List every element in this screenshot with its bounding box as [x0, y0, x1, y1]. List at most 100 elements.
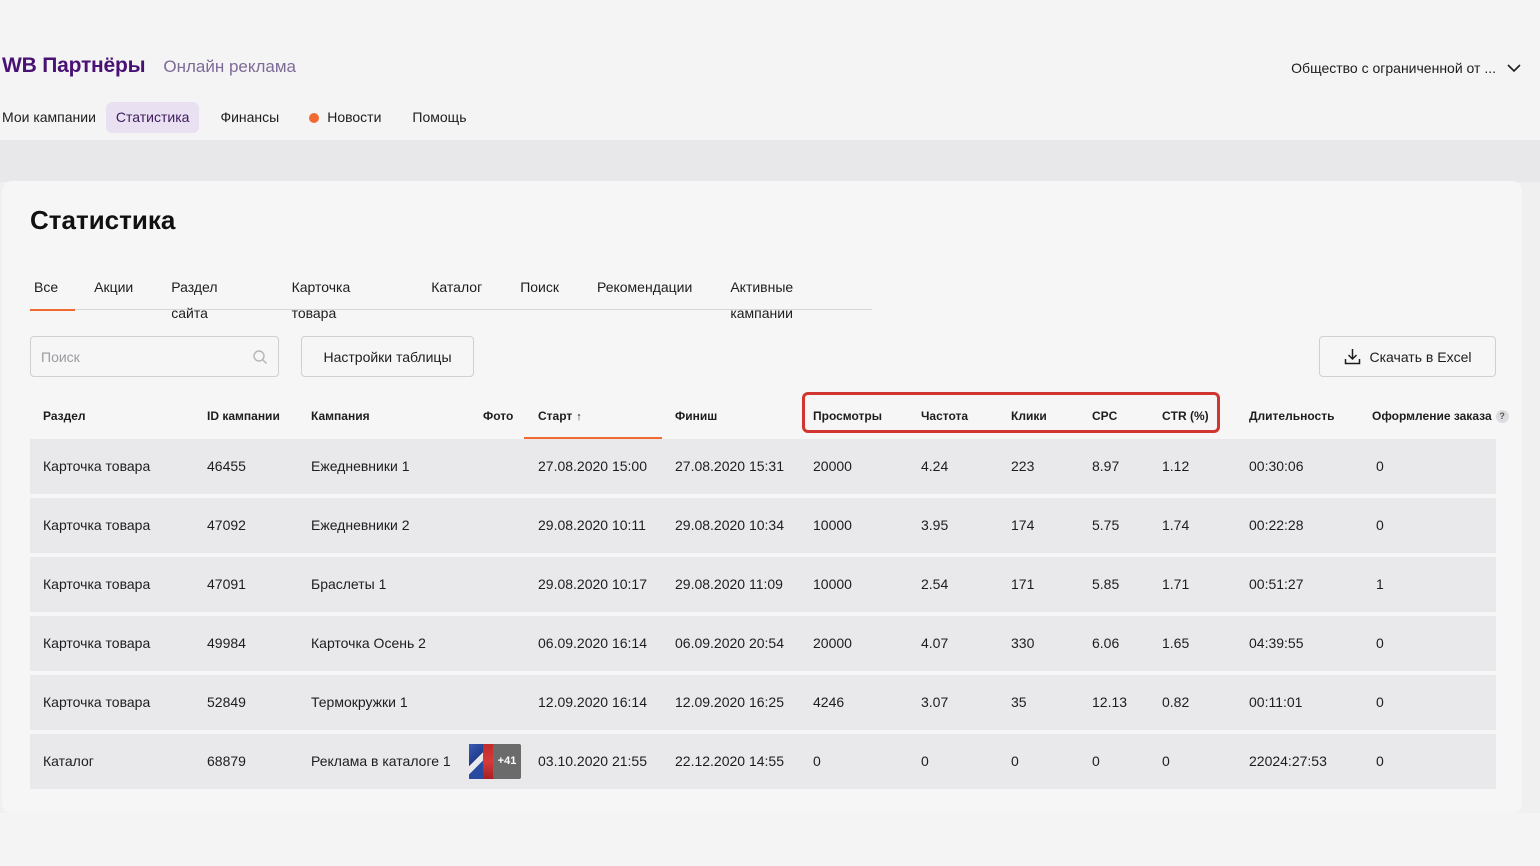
cell-clicks: 330 — [1011, 635, 1035, 651]
col-start[interactable]: Старт ↑ — [524, 393, 662, 439]
product-photo-stack[interactable]: +41 — [469, 744, 523, 779]
tab-active-campaigns[interactable]: Активные кампании — [711, 274, 872, 321]
cell-views: 10000 — [813, 576, 852, 592]
cell-ctr: 1.12 — [1162, 458, 1190, 474]
cell-start: 29.08.2020 10:17 — [538, 576, 647, 592]
cell-ctr: 1.74 — [1162, 517, 1190, 533]
nav-my-campaigns[interactable]: Мои кампании — [2, 102, 106, 133]
header-band — [0, 140, 1540, 182]
cell-id: 68879 — [207, 753, 246, 769]
cell-start: 06.09.2020 16:14 — [538, 635, 647, 651]
tab-catalog[interactable]: Каталог — [412, 274, 501, 310]
nav-label: Мои кампании — [2, 109, 96, 125]
col-campaign[interactable]: Кампания — [311, 393, 370, 439]
cell-clicks: 171 — [1011, 576, 1035, 592]
cell-start: 03.10.2020 21:55 — [538, 753, 647, 769]
search-input[interactable] — [41, 348, 252, 365]
cell-start: 12.09.2020 16:14 — [538, 694, 647, 710]
download-icon — [1344, 349, 1360, 365]
table-row[interactable]: Карточка товара 47091 Браслеты 1 29.08.2… — [30, 557, 1496, 612]
nav-finance[interactable]: Финансы — [210, 102, 289, 133]
cell-orders: 0 — [1376, 694, 1384, 710]
cell-start: 27.08.2020 15:00 — [538, 458, 647, 474]
cell-frequency: 4.07 — [921, 635, 949, 651]
cell-finish: 27.08.2020 15:31 — [675, 458, 784, 474]
more-photos-badge[interactable]: +41 — [493, 744, 521, 779]
col-duration[interactable]: Длительность — [1249, 393, 1334, 439]
cell-frequency: 0 — [921, 753, 929, 769]
tab-site-section[interactable]: Раздел сайта — [152, 274, 272, 321]
cell-duration: 00:22:28 — [1249, 517, 1304, 533]
tab-recommendations[interactable]: Рекомендации — [578, 274, 711, 310]
table-row[interactable]: Карточка товара 49984 Карточка Осень 2 0… — [30, 616, 1496, 671]
search-box — [30, 336, 279, 377]
cell-views: 20000 — [813, 635, 852, 651]
top-nav: Мои кампании Статистика Финансы Новости … — [2, 102, 477, 133]
page-title: Статистика — [30, 205, 176, 235]
app-header: WB Партнёры Онлайн реклама Общество с ог… — [0, 0, 1540, 140]
col-section[interactable]: Раздел — [43, 393, 86, 439]
cell-id: 52849 — [207, 694, 246, 710]
col-frequency[interactable]: Частота — [921, 393, 968, 439]
tab-all[interactable]: Все — [30, 274, 76, 311]
cell-ctr: 1.65 — [1162, 635, 1190, 651]
cell-ctr: 0 — [1162, 753, 1170, 769]
help-icon[interactable]: ? — [1495, 410, 1509, 424]
cell-orders: 0 — [1376, 517, 1384, 533]
cell-cpc: 5.85 — [1092, 576, 1120, 592]
cell-orders: 1 — [1376, 576, 1384, 592]
table-row[interactable]: Карточка товара 47092 Ежедневники 2 29.0… — [30, 498, 1496, 553]
brand-logo[interactable]: WB Партнёры — [2, 54, 146, 78]
table-settings-button[interactable]: Настройки таблицы — [301, 336, 474, 377]
cell-clicks: 223 — [1011, 458, 1035, 474]
cell-section: Карточка товара — [43, 458, 151, 474]
nav-news[interactable]: Новости — [299, 102, 391, 133]
cell-views: 0 — [813, 753, 821, 769]
tab-product-card[interactable]: Карточка товара — [273, 274, 413, 321]
cell-orders: 0 — [1376, 635, 1384, 651]
tab-search[interactable]: Поиск — [501, 274, 578, 310]
table-header: Раздел ID кампании Кампания Фото Старт ↑ … — [30, 393, 1509, 439]
cell-cpc: 5.75 — [1092, 517, 1120, 533]
table-row[interactable]: Каталог 68879 Реклама в каталоге 1 +41 0… — [30, 734, 1496, 789]
arrow-up-icon: ↑ — [576, 411, 582, 423]
cell-frequency: 3.95 — [921, 517, 949, 533]
cell-cpc: 0 — [1092, 753, 1100, 769]
cell-finish: 06.09.2020 20:54 — [675, 635, 784, 651]
download-excel-button[interactable]: Скачать в Excel — [1319, 336, 1496, 377]
col-photo: Фото — [483, 409, 514, 423]
nav-label: Новости — [327, 109, 382, 125]
cell-campaign: Ежедневники 1 — [311, 458, 410, 474]
nav-statistics[interactable]: Статистика — [105, 102, 200, 133]
col-clicks[interactable]: Клики — [1011, 393, 1047, 439]
cell-campaign: Карточка Осень 2 — [311, 635, 426, 651]
search-icon[interactable] — [252, 349, 268, 365]
col-ctr[interactable]: CTR (%) — [1162, 393, 1209, 439]
organization-selector[interactable]: Общество с ограниченной от ... — [1291, 60, 1522, 76]
table-row[interactable]: Карточка товара 52849 Термокружки 1 12.0… — [30, 675, 1496, 730]
table-row[interactable]: Карточка товара 46455 Ежедневники 1 27.0… — [30, 439, 1496, 494]
cell-section: Карточка товара — [43, 694, 151, 710]
cell-finish: 29.08.2020 11:09 — [675, 576, 783, 592]
col-orders[interactable]: Оформление заказа? — [1372, 393, 1509, 439]
cell-ctr: 0.82 — [1162, 694, 1190, 710]
col-views[interactable]: Просмотры — [813, 393, 882, 439]
cell-campaign: Реклама в каталоге 1 — [311, 753, 451, 769]
nav-label: Финансы — [220, 109, 280, 125]
cell-id: 49984 — [207, 635, 246, 651]
tab-promotions[interactable]: Акции — [75, 274, 152, 310]
cell-frequency: 4.24 — [921, 458, 949, 474]
organization-label: Общество с ограниченной от ... — [1291, 60, 1496, 76]
cell-id: 47092 — [207, 517, 246, 533]
cell-duration: 00:30:06 — [1249, 458, 1304, 474]
nav-help[interactable]: Помощь — [402, 102, 476, 133]
col-finish[interactable]: Финиш — [675, 393, 717, 439]
chevron-down-icon — [1507, 64, 1521, 73]
col-cpc[interactable]: CPC — [1092, 393, 1117, 439]
cell-duration: 00:11:01 — [1249, 694, 1303, 710]
col-orders-label: Оформление заказа — [1372, 409, 1492, 423]
brand: WB Партнёры Онлайн реклама — [2, 54, 296, 78]
cell-campaign: Браслеты 1 — [311, 576, 387, 592]
nav-label: Статистика — [115, 109, 190, 125]
col-campaign-id[interactable]: ID кампании — [207, 393, 280, 439]
